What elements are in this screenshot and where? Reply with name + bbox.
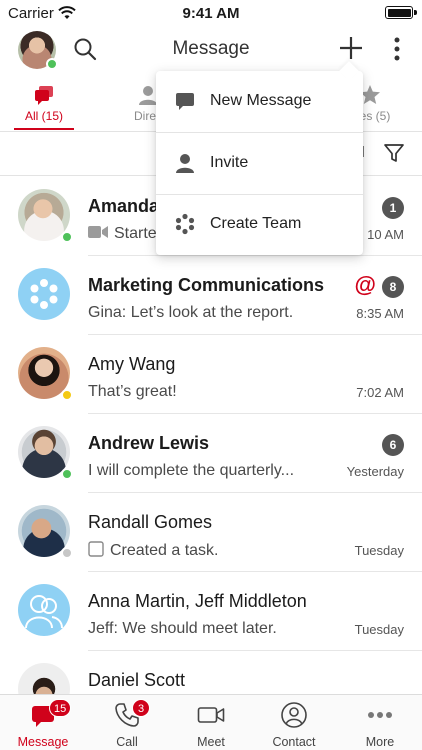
avatar	[18, 505, 73, 559]
conversation-name: Anna Martin, Jeff Middleton	[88, 591, 307, 611]
presence-indicator	[61, 468, 73, 480]
menu-item-create-team[interactable]: Create Team	[156, 194, 363, 255]
avatar	[18, 426, 73, 480]
mention-indicator: @	[354, 272, 376, 297]
app-header: Message	[0, 26, 422, 74]
presence-indicator	[61, 389, 73, 401]
status-bar: Carrier 9:41 AM	[0, 0, 422, 26]
avatar	[18, 268, 70, 320]
conversation-name: Amanda	[88, 196, 160, 216]
menu-item-label: Invite	[210, 154, 249, 171]
menu-item-label: Create Team	[210, 215, 302, 232]
filter-icon[interactable]	[383, 142, 405, 164]
tab-all[interactable]: All (15)	[4, 84, 84, 123]
tabbar-label: More	[365, 735, 395, 749]
plus-icon[interactable]	[338, 35, 364, 61]
conversation-name: Marketing Communications	[88, 275, 325, 295]
more-dots-icon	[368, 712, 392, 718]
timestamp: 8:35 AM	[356, 306, 404, 321]
contact-icon	[281, 702, 307, 728]
conversation-preview: I will complete the quarterly...	[88, 462, 295, 479]
message-icon	[176, 93, 194, 110]
battery-icon	[385, 6, 417, 19]
new-item-menu: New Message Invite Create Team	[156, 61, 363, 255]
menu-item-label: New Message	[210, 92, 312, 109]
timestamp: 10 AM	[367, 227, 404, 242]
conversation-name: Amy Wang	[88, 354, 176, 374]
unread-badge: 15	[49, 699, 72, 717]
video-icon	[88, 226, 108, 238]
list-item[interactable]: Andrew Lewis I will complete the quarter…	[0, 414, 422, 493]
avatar	[18, 347, 73, 401]
preview-text: Starte	[114, 225, 157, 242]
timestamp: Tuesday	[354, 622, 404, 637]
menu-item-new-message[interactable]: New Message	[156, 71, 363, 132]
tabbar-label: Call	[116, 735, 138, 749]
bottom-tab-bar: 15 Message 3 Call Meet Contact More	[0, 694, 422, 750]
avatar	[18, 189, 73, 243]
group-icon	[25, 595, 63, 629]
avatar	[18, 584, 70, 636]
conversation-preview: Created a task.	[88, 541, 219, 560]
conversation-name: Randall Gomes	[88, 512, 213, 532]
team-dots-icon	[30, 279, 58, 309]
timestamp: 7:02 AM	[356, 385, 404, 400]
person-icon	[176, 154, 194, 173]
checkbox-icon	[88, 541, 104, 557]
menu-item-invite[interactable]: Invite	[156, 133, 363, 194]
team-dots-icon	[175, 213, 195, 235]
conversation-preview: Jeff: We should meet later.	[88, 620, 277, 637]
conversation-preview: Gina: Let’s look at the report.	[88, 304, 294, 321]
clock: 9:41 AM	[182, 5, 240, 22]
unread-badge: 6	[382, 434, 404, 456]
preview-text: Created a task.	[110, 542, 219, 559]
video-camera-icon	[197, 707, 225, 723]
conversation-preview: Starte	[88, 225, 157, 243]
tab-all-label: All (15)	[24, 109, 63, 123]
tabbar-more[interactable]: More	[338, 701, 422, 749]
tabbar-call[interactable]: 3 Call	[85, 699, 169, 749]
active-tab-indicator	[14, 128, 74, 130]
timestamp: Tuesday	[354, 543, 404, 558]
chat-bubbles-icon	[35, 86, 53, 105]
presence-indicator	[61, 231, 73, 243]
more-vertical-icon[interactable]	[388, 36, 406, 62]
tabbar-label: Message	[17, 735, 69, 749]
tabbar-meet[interactable]: Meet	[169, 701, 253, 749]
conversation-preview: That’s great!	[88, 383, 177, 400]
list-item[interactable]: Marketing Communications Gina: Let’s loo…	[0, 256, 422, 335]
missed-call-badge: 3	[132, 699, 150, 717]
list-item[interactable]: Anna Martin, Jeff Middleton Jeff: We sho…	[0, 572, 422, 651]
conversation-name: Daniel Scott	[88, 670, 186, 690]
tabbar-contact[interactable]: Contact	[252, 701, 336, 749]
timestamp: Yesterday	[346, 464, 404, 479]
unread-badge: 1	[382, 197, 404, 219]
presence-indicator	[61, 547, 73, 559]
tabbar-label: Contact	[272, 735, 316, 749]
unread-badge: 8	[382, 276, 404, 298]
conversation-name: Andrew Lewis	[88, 433, 210, 453]
list-item[interactable]: Randall Gomes Created a task. Tuesday	[0, 493, 422, 572]
tabbar-label: Meet	[197, 735, 225, 749]
tabbar-message[interactable]: 15 Message	[1, 699, 85, 749]
list-item[interactable]: Amy Wang That’s great! 7:02 AM	[0, 335, 422, 414]
